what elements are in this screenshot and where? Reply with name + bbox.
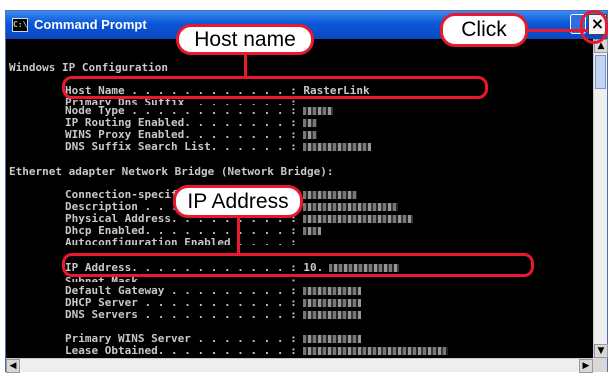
scroll-left-arrow-icon[interactable]: ◀ (6, 359, 20, 373)
host-name-callout: Host name (176, 24, 314, 55)
command-prompt-window: C:\ Command Prompt × Windows IP Configur… (5, 10, 608, 373)
click-connector (526, 29, 588, 32)
console-line-ethernet-adapter: Ethernet adapter Network Bridge (Network… (9, 165, 334, 178)
console-line-dns-suffix-search: DNS Suffix Search List. . . . . . : (65, 141, 371, 153)
console-line-dhcp-enabled: Dhcp Enabled. . . . . . . . . . . : (65, 225, 321, 237)
click-callout: Click (440, 13, 528, 47)
ip-address-highlight (62, 253, 534, 277)
resize-corner (593, 358, 607, 372)
scroll-down-arrow-icon[interactable]: ▼ (594, 344, 608, 358)
scroll-thumb[interactable] (595, 55, 606, 89)
ip-address-connector (237, 214, 240, 254)
vertical-scrollbar[interactable]: ▲ ▼ (593, 39, 608, 358)
host-name-highlight (62, 76, 488, 99)
scroll-right-arrow-icon[interactable]: ▶ (579, 359, 593, 373)
ip-address-callout: IP Address (173, 185, 303, 218)
command-prompt-icon: C:\ (12, 18, 28, 32)
console-line-autoconfig: Autoconfiguration Enabled . . . . : (65, 237, 297, 245)
console-line-dns-servers: DNS Servers . . . . . . . . . . . : (65, 309, 361, 321)
window-title: Command Prompt (34, 17, 147, 32)
horizontal-scrollbar[interactable]: ◀ ▶ (6, 358, 593, 373)
console-line-ip-config: Windows IP Configuration (9, 61, 168, 74)
close-button-highlight (580, 10, 608, 44)
console-line-lease-obtained: Lease Obtained. . . . . . . . . . : (65, 345, 448, 357)
